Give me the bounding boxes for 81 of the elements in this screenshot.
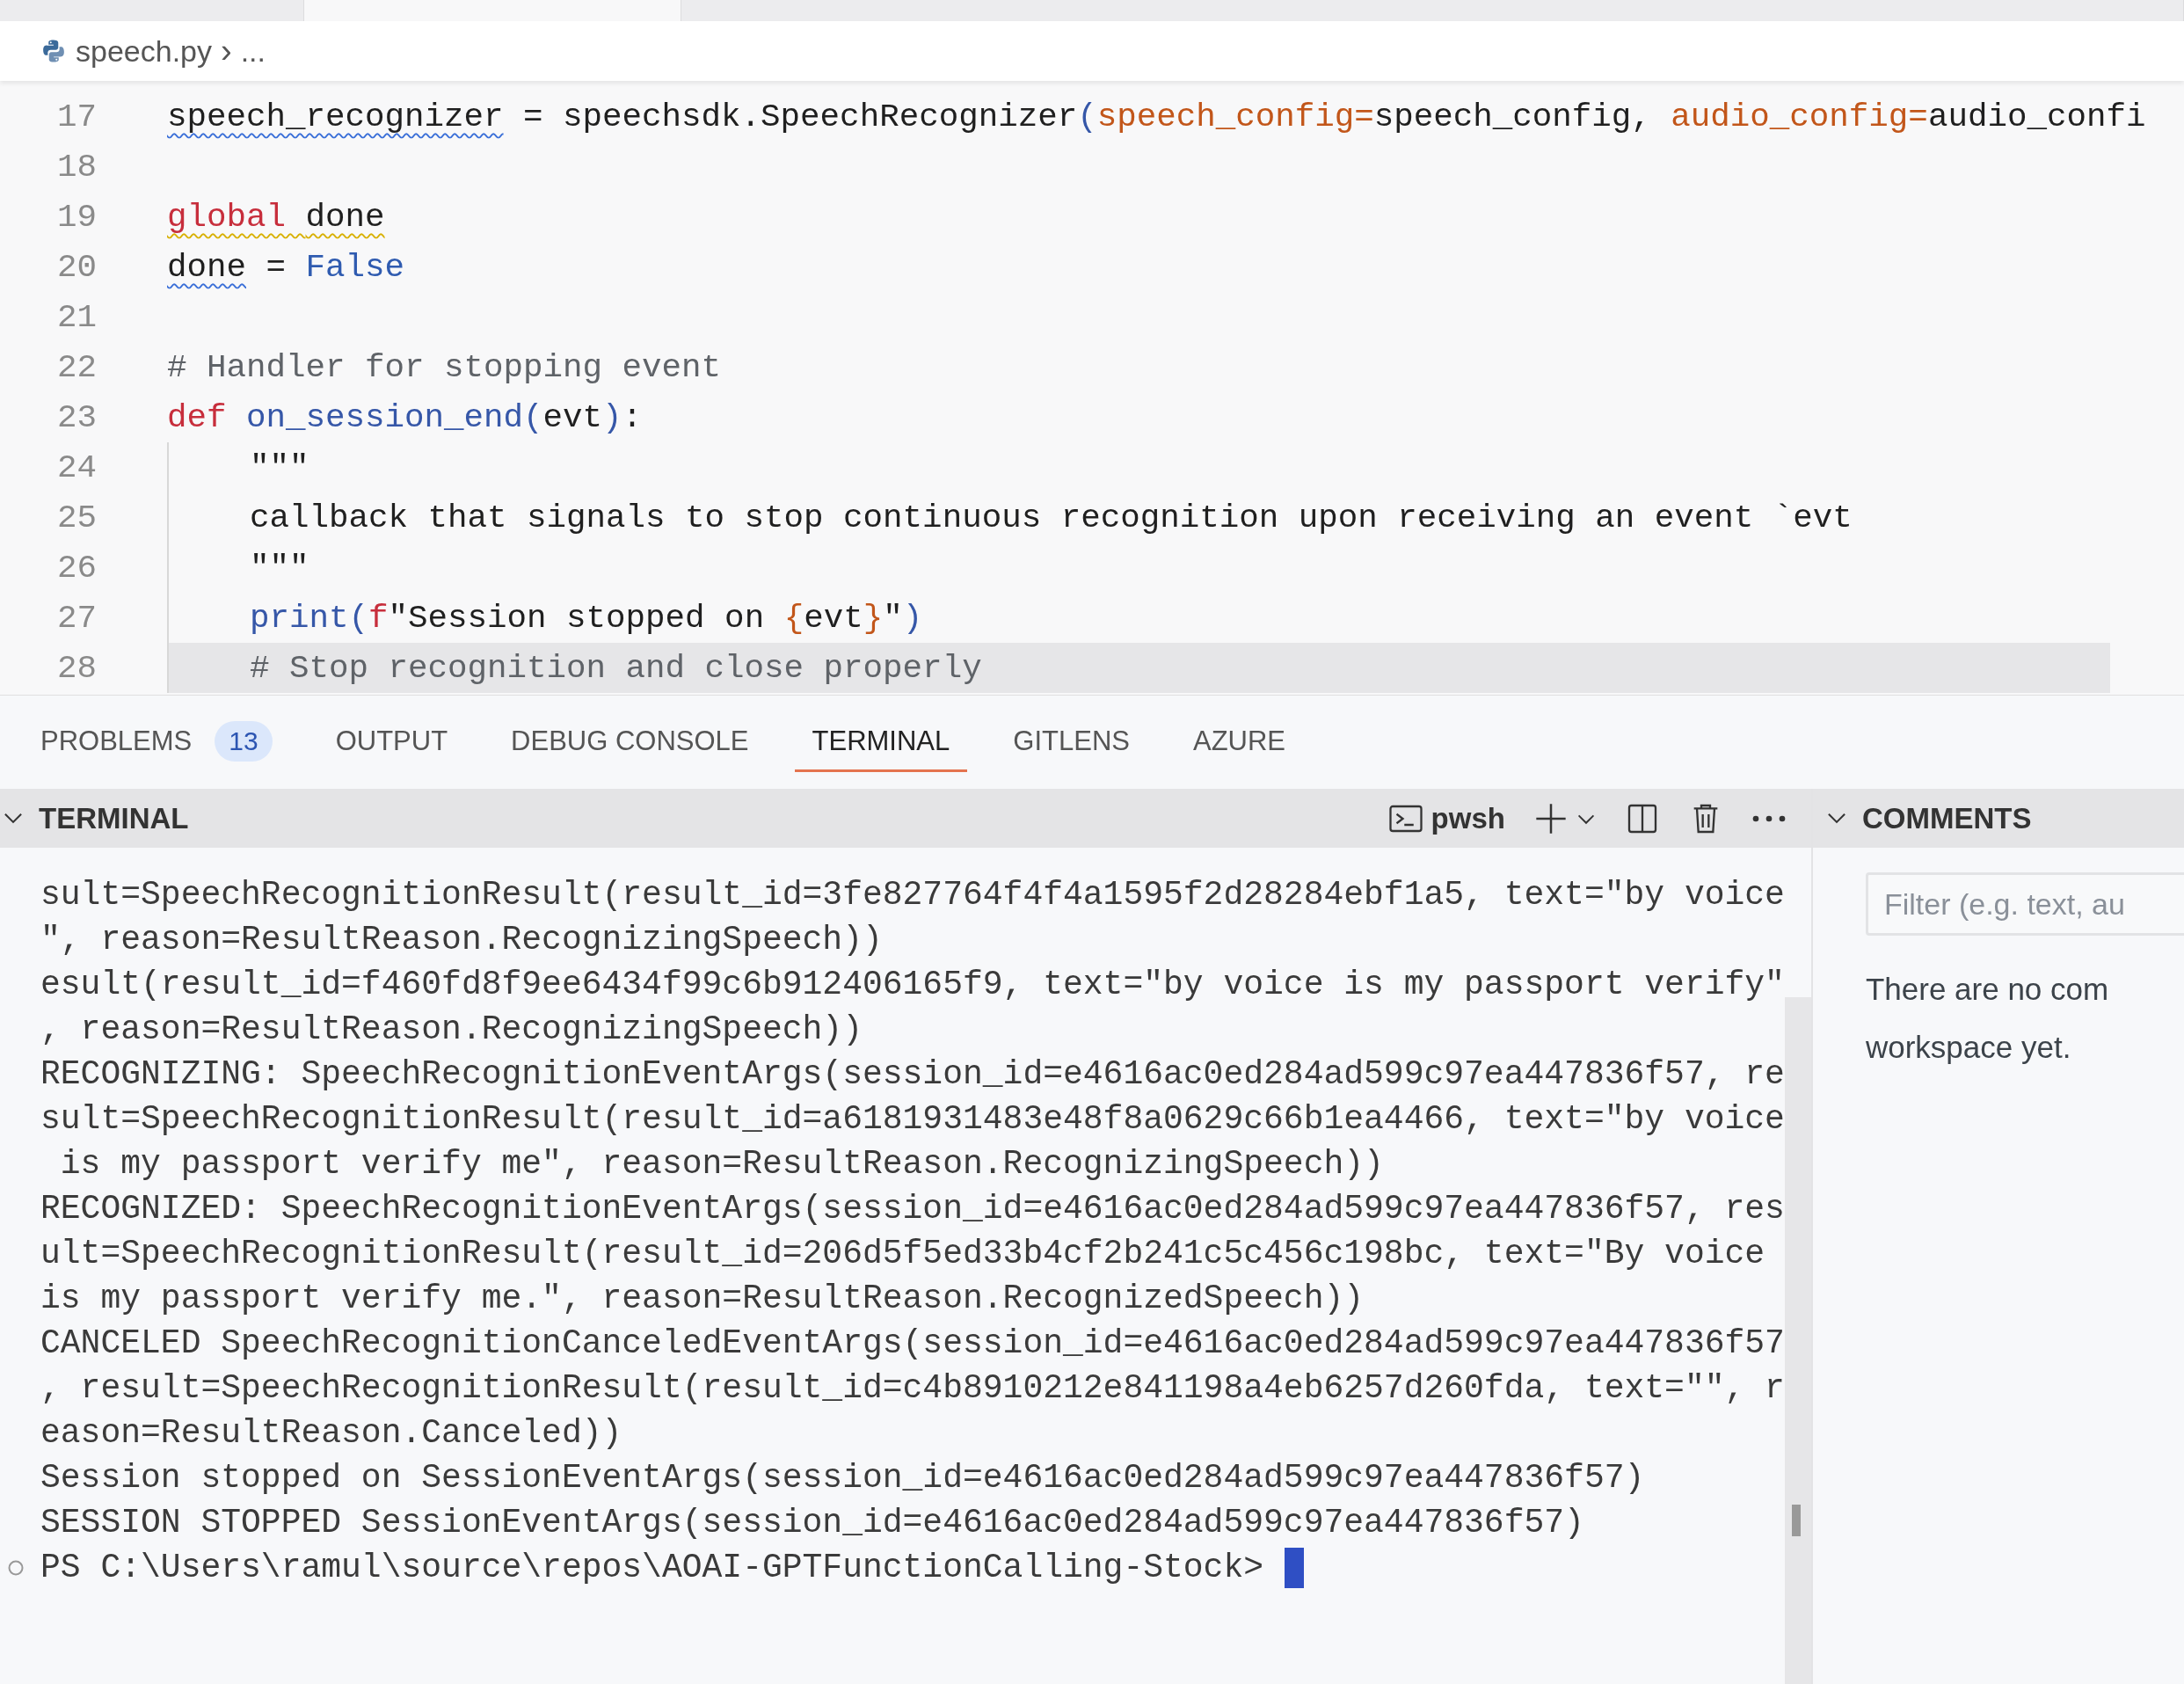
code-token: "	[883, 599, 903, 637]
breadcrumb-more[interactable]: ...	[240, 33, 266, 69]
code-token: (	[1077, 98, 1097, 135]
code-token: "Session stopped on	[388, 599, 766, 637]
line-number: 25	[56, 499, 97, 536]
terminal-output-line: ult=SpeechRecognitionResult(result_id=206d5f5ed33b4cf2b241c5c456c198bc, text="By voice	[40, 1234, 1766, 1274]
terminal-output-line: is my passport verify me", reason=ResultReason.RecognizingSpeech))	[59, 1144, 1385, 1185]
empty-comments-message: workspace yet.	[1865, 1029, 2072, 1066]
code-token: global	[167, 198, 288, 236]
line-number: 20	[56, 248, 97, 286]
terminal-section-title: TERMINAL	[39, 801, 189, 835]
terminal-output-line: sult=SpeechRecognitionResult(result_id=a6181931483e48f8a0629c66b1ea4466, text="by voice	[40, 1099, 1785, 1140]
scrollbar-thumb[interactable]	[1791, 1505, 1801, 1536]
code-token: =	[265, 248, 288, 286]
code-token: evt	[542, 398, 603, 436]
code-token: # Handler for stopping event	[167, 348, 722, 386]
code-token: speech_recognizer	[167, 98, 504, 135]
filter-field[interactable]: Filter (e.g. text, au	[1865, 872, 2184, 936]
terminal-output-line: eason=ResultReason.Canceled))	[40, 1413, 623, 1454]
panel-tab[interactable]: OUTPUT	[317, 712, 466, 772]
terminal-prompt: PS C:\Users\ramul\source\repos\AOAI-GPTFunctionCalling-Stock>	[40, 1548, 1264, 1588]
command-status-circle-icon	[7, 1558, 25, 1577]
comments-section-title: COMMENTS	[1861, 801, 2032, 835]
empty-comments-message: There are no com	[1865, 971, 2110, 1008]
code-token: on_session_end	[246, 398, 524, 436]
terminal-output-line: RECOGNIZED: SpeechRecognitionEventArgs(session_id=e4616ac0ed284ad599c97ea447836f57, res	[40, 1189, 1785, 1229]
terminal-output-line: esult(result_id=f460fd8f9ee6434f99c6b912406165f9, text="by voice is my passport verify"	[40, 965, 1785, 1005]
code-token: (	[348, 599, 369, 637]
line-number: 18	[56, 148, 97, 186]
code-token: done	[305, 198, 385, 236]
line-number: 21	[56, 298, 97, 336]
line-number: 23	[56, 398, 97, 436]
code-token: done	[167, 248, 246, 286]
line-number: 19	[56, 198, 97, 236]
code-token: :	[622, 398, 643, 436]
line-number: 28	[56, 649, 97, 687]
code-token: """	[250, 448, 309, 486]
line-number: 26	[56, 549, 97, 587]
terminal-output-line: SESSION STOPPED SessionEventArgs(session_id=e4616ac0ed284ad599c97ea447836f57)	[40, 1503, 1585, 1543]
line-number: 22	[56, 348, 97, 386]
terminal-output-line: RECOGNIZING: SpeechRecognitionEventArgs(session_id=e4616ac0ed284ad599c97ea447836f57, re	[40, 1054, 1785, 1095]
code-token: # Stop recognition and close properly	[250, 649, 982, 687]
code-token: speech_config,	[1373, 98, 1652, 135]
code-token: def	[167, 398, 228, 436]
shell-name[interactable]: pwsh	[1431, 801, 1505, 835]
panel-tab[interactable]: PROBLEMS 13	[23, 708, 290, 776]
terminal-output-line: ", reason=ResultReason.RecognizingSpeech))	[40, 920, 884, 960]
line-number: 27	[56, 599, 97, 637]
code-token: )	[902, 599, 923, 637]
line-number: 17	[56, 98, 97, 135]
code-token: audio_confi	[1927, 98, 2146, 135]
terminal-output-line: Session stopped on SessionEventArgs(session_id=e4616ac0ed284ad599c97ea447836f57)	[40, 1458, 1646, 1498]
terminal-output-line: , result=SpeechRecognitionResult(result_id=c4b8910212e841198a4eb6257d260fda, text="", r	[40, 1368, 1785, 1409]
code-token: audio_config=	[1671, 98, 1928, 135]
python-file-icon	[40, 38, 67, 64]
panel-tab[interactable]: AZURE	[1175, 712, 1304, 772]
code-token: evt	[804, 599, 863, 637]
terminal-output-line: is my passport verify me.", reason=ResultReason.RecognizedSpeech))	[40, 1279, 1365, 1319]
code-token: )	[602, 398, 622, 436]
code-token: {	[783, 599, 804, 637]
terminal-output-line: CANCELED SpeechRecognitionCanceledEventArgs(session_id=e4616ac0ed284ad599c97ea447836f57	[40, 1323, 1785, 1364]
panel-tab[interactable]: TERMINAL	[794, 712, 968, 772]
code-token: = speechsdk.SpeechRecognizer	[522, 98, 1078, 135]
breadcrumb-file[interactable]: speech.py	[76, 33, 212, 69]
code-token: }	[863, 599, 884, 637]
breadcrumb-separator: ›	[221, 32, 232, 70]
code-token: speech_config=	[1096, 98, 1374, 135]
code-token: (	[523, 398, 543, 436]
code-token: print	[250, 599, 349, 637]
code-token: """	[250, 549, 309, 587]
code-token: callback that signals to stop continuous recognition upon receiving an event `evt	[250, 499, 1853, 536]
panel-tab[interactable]: DEBUG CONSOLE	[493, 712, 767, 772]
terminal-output-line: , reason=ResultReason.RecognizingSpeech))	[40, 1010, 863, 1050]
terminal-output-line: sult=SpeechRecognitionResult(result_id=3fe827764f4f4a1595f2d28284ebf1a5, text="by voice	[40, 875, 1785, 915]
panel-tab[interactable]: GITLENS	[995, 712, 1147, 772]
problems-count-badge: 13	[215, 720, 273, 762]
code-token: False	[305, 248, 405, 286]
scrollbar[interactable]	[1784, 997, 1811, 1684]
terminal-cursor	[1285, 1547, 1305, 1588]
line-number: 24	[56, 448, 97, 486]
code-token: f	[368, 599, 389, 637]
